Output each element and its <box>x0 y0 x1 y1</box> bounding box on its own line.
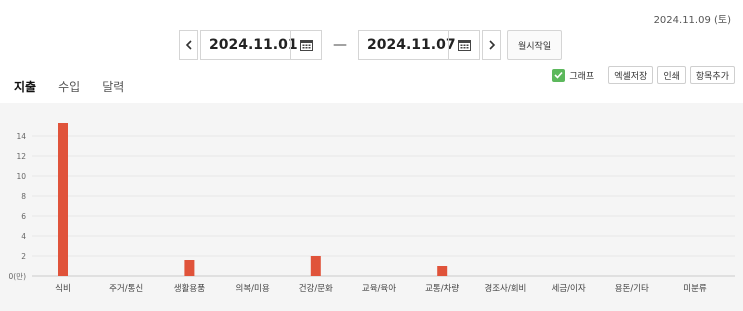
start-date-field[interactable]: 2024.11.01 <box>200 30 322 60</box>
prev-period-button[interactable] <box>179 30 198 60</box>
end-date-text[interactable]: 2024.11.07 <box>359 31 456 59</box>
tab-income[interactable]: 수입 <box>54 78 84 105</box>
x-category-label: 의복/미용 <box>236 283 270 294</box>
y-tick-label: 0(만) <box>8 272 26 281</box>
x-category-label: 교통/차량 <box>425 283 459 294</box>
excel-save-button[interactable]: 엑셀저장 <box>608 66 654 84</box>
tab-calendar[interactable]: 달력 <box>98 78 128 105</box>
x-category-label: 건강/문화 <box>299 283 333 294</box>
x-category-label: 경조사/회비 <box>484 283 526 294</box>
y-tick-label: 12 <box>16 152 26 161</box>
bar[interactable] <box>58 123 68 276</box>
tab-expense[interactable]: 지출 <box>10 78 41 105</box>
x-category-label: 세금/이자 <box>552 283 586 294</box>
y-tick-label: 8 <box>21 192 26 201</box>
next-period-button[interactable] <box>482 30 501 60</box>
bar[interactable] <box>184 260 195 276</box>
chevron-right-icon <box>488 40 495 50</box>
bar[interactable] <box>310 256 321 276</box>
x-category-label: 교육/육아 <box>362 283 396 294</box>
x-category-label: 생활용품 <box>174 283 205 294</box>
add-item-button[interactable]: 항목추가 <box>689 66 735 84</box>
y-tick-label: 14 <box>16 132 26 141</box>
y-tick-label: 10 <box>16 172 26 181</box>
graph-label: 그래프 <box>569 71 595 82</box>
calendar-icon <box>299 40 313 51</box>
range-separator: — <box>333 37 347 53</box>
graph-checkbox[interactable] <box>552 68 566 82</box>
date-range-selector: 2024.11.01 — 2024.11.07 월시작일 <box>179 30 563 60</box>
start-date-text[interactable]: 2024.11.01 <box>201 31 298 59</box>
tab-bar: 지출 수입 달력 <box>10 78 142 105</box>
y-tick-label: 6 <box>21 212 26 221</box>
toolbar: 그래프 엑셀저장 인쇄 항목추가 <box>552 66 735 84</box>
expense-bar-chart: 0(만) 2 4 6 8 10 12 14 식비 주거/통신 생활용품 의복/미용 건강/문화 교육/육아… <box>8 123 735 294</box>
x-category-label: 식비 <box>55 284 71 294</box>
y-tick-label: 2 <box>21 252 26 261</box>
calendar-icon <box>457 40 471 51</box>
x-category-label: 주거/통신 <box>109 284 143 294</box>
end-date-field[interactable]: 2024.11.07 <box>358 30 480 60</box>
monthly-start-day-button[interactable]: 월시작일 <box>507 30 563 60</box>
end-date-calendar-button[interactable] <box>448 31 479 59</box>
y-tick-label: 4 <box>21 232 26 241</box>
print-button[interactable]: 인쇄 <box>657 66 686 84</box>
expense-chart: 0(만) 2 4 6 8 10 12 14 식비 주거/통신 생활용품 의복/미용 건강/문화 교육/육아… <box>0 103 743 311</box>
check-icon <box>554 71 563 79</box>
x-category-label: 미분류 <box>683 284 707 294</box>
bar[interactable] <box>437 266 448 276</box>
chevron-left-icon <box>185 40 192 50</box>
current-date: 2024.11.09 (토) <box>653 15 731 26</box>
start-date-calendar-button[interactable] <box>290 31 321 59</box>
graph-toggle[interactable]: 그래프 <box>552 68 595 82</box>
x-category-label: 용돈/기타 <box>615 284 649 294</box>
